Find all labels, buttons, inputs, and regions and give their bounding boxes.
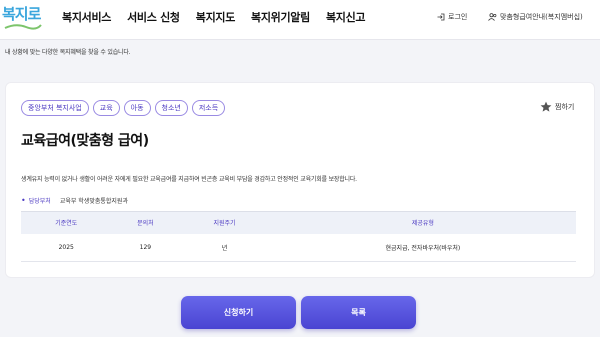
- favorite-button[interactable]: 찜하기: [540, 101, 574, 113]
- category-tags: 중앙부처 복지사업 교육 아동 청소년 저소득: [21, 100, 229, 116]
- favorite-label: 찜하기: [555, 103, 575, 111]
- main-nav: 복지서비스 서비스 신청 복지지도 복지위기알림 복지신고: [62, 9, 381, 25]
- header-contact: 문의처: [111, 211, 180, 234]
- login-link[interactable]: 로그인: [437, 12, 467, 22]
- service-title: 교육급여(맞춤형 급여): [21, 133, 149, 149]
- cell-provision-type: 현금지급, 전자바우처(바우처): [269, 233, 576, 262]
- tag-child[interactable]: 아동: [123, 100, 151, 116]
- user-group-icon: [488, 13, 497, 21]
- custom-benefit-guide-link[interactable]: 맞춤형급여안내(복지멤버십): [488, 12, 583, 22]
- tag-youth[interactable]: 청소년: [154, 100, 188, 116]
- tag-low-income[interactable]: 저소득: [191, 100, 226, 116]
- header-base-year: 기준연도: [21, 211, 112, 234]
- nav-welfare-report[interactable]: 복지신고: [326, 9, 366, 25]
- star-icon: [540, 101, 552, 112]
- bokjiro-logo[interactable]: 복지로: [2, 3, 46, 33]
- guide-label: 맞춤형급여안내(복지멤버십): [500, 13, 583, 21]
- department-info: • 담당부처 교육부 학생맞춤통합지원과: [21, 196, 128, 205]
- table-header-row: 기준연도 문의처 지원주기 제공유형: [21, 211, 576, 234]
- cell-support-cycle: 년: [179, 233, 270, 262]
- cell-contact: 129: [111, 233, 180, 262]
- department-label: 담당부처: [28, 198, 51, 205]
- login-label: 로그인: [448, 13, 468, 21]
- page-subtitle: 내 상황에 맞는 다양한 복지혜택을 찾을 수 있습니다.: [5, 49, 131, 56]
- tag-central-ministry[interactable]: 중앙부처 복지사업: [21, 100, 89, 116]
- bullet-dot: •: [21, 196, 26, 205]
- service-info-table: 기준연도 문의처 지원주기 제공유형 2025 129 년 현금지급, 전자바우…: [21, 211, 576, 262]
- department-value: 교육부 학생맞춤통합지원과: [59, 198, 128, 205]
- login-icon: [437, 13, 445, 21]
- nav-welfare-map[interactable]: 복지지도: [196, 9, 236, 25]
- table-row: 2025 129 년 현금지급, 전자바우처(바우처): [21, 233, 576, 262]
- service-description: 생계유지 능력이 없거나 생활이 어려운 자에게 필요한 교육급여를 지급하여 …: [21, 176, 357, 183]
- nav-crisis-alert[interactable]: 복지위기알림: [251, 9, 310, 25]
- list-button[interactable]: 목록: [301, 296, 416, 329]
- site-header: 복지로 복지서비스 서비스 신청 복지지도 복지위기알림 복지신고 로그인 맞춤…: [0, 0, 600, 40]
- nav-service-apply[interactable]: 서비스 신청: [127, 9, 180, 25]
- tag-education[interactable]: 교육: [92, 100, 120, 116]
- nav-welfare-service[interactable]: 복지서비스: [62, 9, 111, 25]
- header-provision-type: 제공유형: [269, 211, 576, 234]
- service-detail-card: 중앙부처 복지사업 교육 아동 청소년 저소득 찜하기 교육급여(맞춤형 급여)…: [5, 82, 595, 278]
- logo-swoosh-icon: [4, 24, 42, 30]
- header-support-cycle: 지원주기: [179, 211, 270, 234]
- logo-text: 복지로: [2, 5, 41, 23]
- apply-button[interactable]: 신청하기: [181, 296, 296, 329]
- cell-base-year: 2025: [21, 233, 112, 262]
